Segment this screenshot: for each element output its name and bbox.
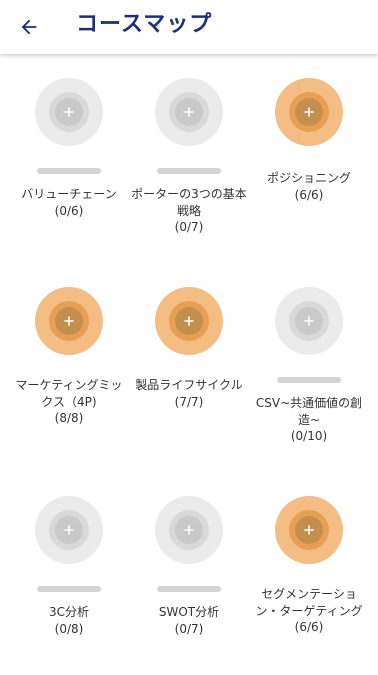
- course-status-circle[interactable]: [35, 496, 103, 564]
- app-bar: コースマップ: [0, 0, 378, 54]
- course-count: (7/7): [174, 394, 204, 409]
- plus-icon: [64, 316, 74, 326]
- course-status-circle[interactable]: [35, 287, 103, 355]
- course-count: (0/10): [290, 429, 328, 443]
- course-progress-bar: [37, 586, 101, 592]
- plus-icon: [304, 316, 314, 326]
- course-status-circle[interactable]: [275, 287, 343, 355]
- course-status-circle[interactable]: [155, 496, 223, 564]
- plus-icon: [64, 107, 74, 117]
- course-status-circle[interactable]: [275, 496, 343, 564]
- course-title: 3C分析: [48, 605, 89, 619]
- course-status-circle[interactable]: [35, 78, 103, 146]
- course-status-circle[interactable]: [155, 78, 223, 146]
- course-count: (0/8): [54, 621, 84, 636]
- course-title: ポーターの3つの基本戦略: [131, 187, 247, 218]
- arrow-left-icon: [21, 19, 37, 35]
- course-title: CSV~共通価値の創造~: [255, 396, 363, 427]
- course-count: (6/6): [294, 620, 324, 634]
- page-title: コースマップ: [76, 12, 213, 37]
- plus-icon: [304, 525, 314, 535]
- course-status-circle[interactable]: [155, 287, 223, 355]
- course-progress-bar: [157, 168, 221, 174]
- course-count: (0/7): [174, 621, 204, 636]
- course-title: ポジショニング: [266, 171, 351, 185]
- course-title: 製品ライフサイクル: [135, 378, 243, 392]
- back-button[interactable]: [14, 12, 44, 42]
- course-title: SWOT分析: [158, 605, 220, 619]
- plus-icon: [184, 525, 194, 535]
- course-count: (6/6): [294, 187, 324, 202]
- course-grid: バリューチェーン (0/6) ポーターの3つの基本戦略 (0/7) ポジショニン…: [0, 54, 378, 675]
- course-progress-bar: [37, 168, 101, 174]
- plus-icon: [304, 107, 314, 117]
- course-count: (0/7): [174, 220, 204, 234]
- course-title: マーケティングミックス（4P): [15, 378, 123, 409]
- course-title: バリューチェーン: [21, 187, 117, 201]
- course-count: (0/6): [54, 203, 84, 218]
- course-status-circle[interactable]: [275, 78, 343, 146]
- course-title: セグメンテーション・ターゲティング: [255, 587, 363, 618]
- plus-icon: [64, 525, 74, 535]
- course-progress-bar: [157, 586, 221, 592]
- course-count: (8/8): [54, 411, 84, 425]
- course-progress-bar: [277, 377, 341, 383]
- plus-icon: [184, 316, 194, 326]
- plus-icon: [184, 107, 194, 117]
